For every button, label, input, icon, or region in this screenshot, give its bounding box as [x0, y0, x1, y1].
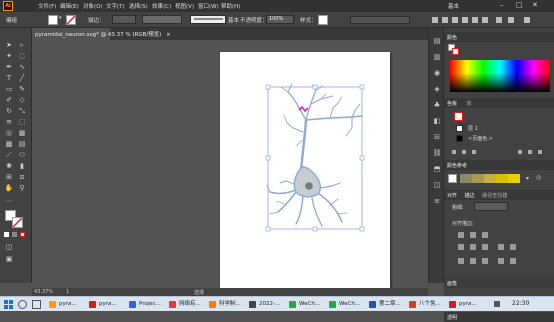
pathfinder-tab[interactable]: 路径查找器 [482, 193, 507, 199]
taskbar-app-button[interactable]: WeCh... [288, 299, 320, 310]
basal-dendrite [317, 192, 343, 223]
collapsed-panel-dock: ▤ ▥ ◉ ◈ ♣ ◧ ⊟ ⛓ ⬒ ◫ ≡ [428, 28, 444, 283]
apical-dendrite [299, 118, 308, 172]
stroke-weight-label: 粗细: [452, 205, 464, 211]
taskbar-clock: 22:30 [512, 300, 530, 307]
dendrite-branch [286, 122, 304, 133]
dendrite-branch [305, 89, 317, 121]
layers-row-2[interactable]: <页面色.> [456, 134, 550, 143]
basal-dendrite [279, 180, 295, 185]
taskbar-app-button[interactable]: 科学制... [208, 299, 241, 310]
transform-icon[interactable]: ⬒ [432, 164, 442, 174]
dendrite-branch [305, 115, 363, 121]
color-guide-title: 颜色参考 [447, 163, 468, 169]
stroke-options-grid[interactable] [454, 230, 550, 270]
taskbar-app-button[interactable]: pyra... [448, 299, 477, 310]
dendrite-branch [337, 96, 343, 104]
basal-dendrite [266, 184, 271, 193]
stroke-option-buttons-icon[interactable] [454, 230, 550, 270]
nucleus [305, 182, 313, 190]
panel-column: 颜色 色板 库 层 1 <页面色.> 颜色参考 ▾ ◎ 对齐 描边 路径查找器 … [444, 28, 554, 322]
taskbar-app-button[interactable]: 网络有... [168, 299, 201, 310]
harmony-colors[interactable] [460, 174, 520, 183]
harmony-rules-icon[interactable]: ▾ [526, 175, 529, 182]
basal-dendrite [329, 198, 339, 206]
windows-taskbar: pyra... pyra... Projec... 网络有... 科学制... 2022-… [0, 296, 554, 311]
align-panel-icon[interactable]: ≡ [432, 196, 442, 206]
windows-start-icon[interactable] [4, 300, 13, 309]
layers-row-2-label: <页面色.> [468, 136, 493, 142]
current-tool-name: 选择 [194, 290, 205, 296]
layers-icon[interactable]: ◧ [432, 116, 442, 126]
taskbar-app-button[interactable]: pyra... [88, 299, 117, 310]
transparency-title: 透明 [447, 315, 458, 321]
dendrite-branch [329, 102, 339, 119]
dendrite-branch [295, 139, 304, 147]
task-view-icon[interactable] [32, 300, 41, 309]
libraries-icon[interactable]: ▥ [432, 52, 442, 62]
transparency-panel-header[interactable]: 透明 [444, 312, 554, 322]
pathfinder-icon[interactable]: ◫ [432, 180, 442, 190]
base-color-swatch[interactable] [448, 174, 457, 183]
color-panel-title: 颜色 [447, 35, 458, 41]
layers-row-1[interactable]: 层 1 [456, 124, 550, 133]
basal-dendrite [319, 182, 341, 189]
brushes-title: 画笔 [447, 281, 458, 287]
color-guide-header[interactable]: 颜色参考 [444, 160, 554, 170]
align-tab[interactable]: 对齐 [447, 193, 457, 199]
swatch-panel-buttons[interactable] [448, 148, 552, 156]
dendrite-branch [287, 83, 293, 93]
swatch-none[interactable] [454, 112, 463, 121]
properties-icon[interactable]: ▤ [432, 36, 442, 46]
panel-buttons-icon[interactable] [448, 148, 552, 156]
color-spectrum[interactable] [450, 60, 550, 92]
taskbar-app-button[interactable]: WeCh... [328, 299, 360, 310]
stroke-tab[interactable]: 描边 [465, 193, 475, 199]
layer-thumbnail [456, 125, 463, 132]
dendrite-branch [351, 103, 361, 118]
color-stroke-box[interactable] [452, 48, 459, 55]
swatches-panel-header[interactable]: 色板 库 [444, 98, 554, 108]
align-stroke-label: 对齐描边: [452, 221, 474, 227]
taskbar-search-icon[interactable] [18, 300, 27, 309]
stroke-panel-header[interactable]: 对齐 描边 路径查找器 [444, 190, 554, 200]
dendrite-branch [345, 116, 353, 137]
artboard-number[interactable]: 1 [66, 289, 69, 295]
artboards-icon[interactable]: ⊟ [432, 132, 442, 142]
taskbar-app-button[interactable]: pyra... [48, 299, 77, 310]
dendrite-branch [280, 86, 289, 93]
color-wheel-icon[interactable]: ◎ [536, 174, 541, 181]
basal-dendrite [269, 211, 279, 215]
taskbar-app-button[interactable]: 第二章... [368, 299, 401, 310]
notification-icon[interactable] [494, 301, 500, 307]
basal-dendrite [276, 200, 285, 205]
stroke-weight-input[interactable] [474, 202, 508, 211]
taskbar-app-button[interactable]: 八个免... [408, 299, 441, 310]
dendrite-branch [283, 114, 288, 124]
appearance-icon[interactable]: ◉ [432, 68, 442, 78]
dendrite-branch [310, 95, 334, 105]
taskbar-app-button[interactable]: Projec... [128, 299, 161, 310]
graphic-styles-icon[interactable]: ◈ [432, 84, 442, 94]
zoom-level[interactable]: 43.37% [34, 289, 53, 295]
color-panel-header[interactable]: 颜色 [444, 32, 554, 42]
basal-dendrite [295, 195, 304, 225]
soma [293, 166, 322, 198]
links-icon[interactable]: ⛓ [432, 148, 442, 158]
layer-thumbnail [456, 135, 463, 142]
basal-dendrite [277, 191, 297, 213]
brushes-panel-header[interactable]: 画笔 [444, 278, 554, 288]
swatches-tab[interactable]: 色板 [447, 101, 457, 107]
basal-dendrite [311, 197, 323, 227]
status-bar: 43.37% 1 选择 [32, 288, 428, 296]
layers-row-1-label: 层 1 [468, 126, 478, 132]
libraries-tab[interactable]: 库 [467, 101, 472, 107]
taskbar-app-button[interactable]: 2022-... [248, 299, 280, 310]
basal-dendrite [269, 189, 297, 195]
basal-dendrite [336, 212, 348, 215]
symbols-icon[interactable]: ♣ [432, 100, 442, 110]
dendrite-branch [287, 91, 307, 121]
